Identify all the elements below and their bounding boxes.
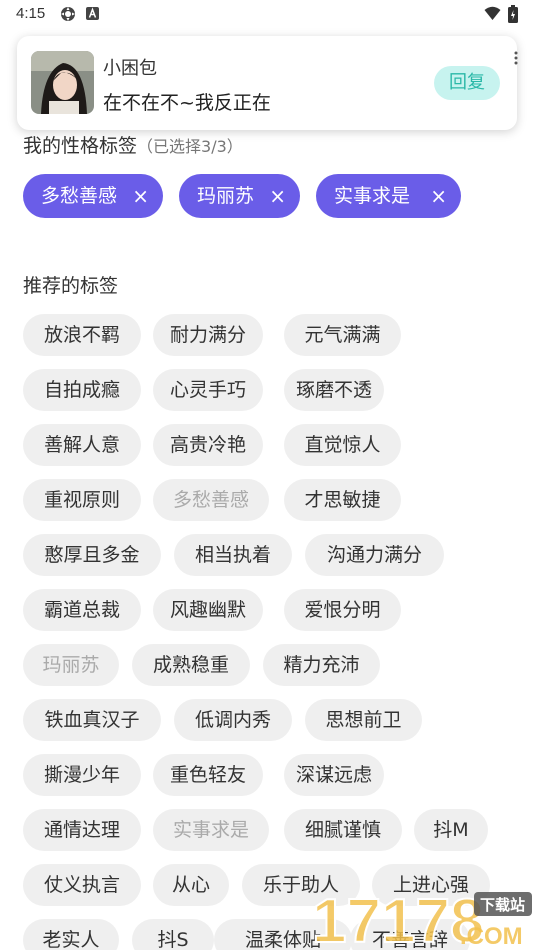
recommended-tag[interactable]: 重视原则 bbox=[23, 479, 141, 521]
selected-tag-label: 多愁善感 bbox=[41, 185, 118, 207]
watermark-domain: .COM bbox=[460, 923, 523, 950]
my-tags-count-hint: （已选择3/3） bbox=[137, 137, 243, 156]
recommended-tag[interactable]: 多愁善感 bbox=[153, 479, 269, 521]
recommended-tag[interactable]: 实事求是 bbox=[153, 809, 269, 851]
recommended-tag[interactable]: 玛丽苏 bbox=[23, 644, 119, 686]
recommended-tag[interactable]: 深谋远虑 bbox=[284, 754, 384, 796]
recommended-tag[interactable]: 元气满满 bbox=[284, 314, 401, 356]
a-badge-icon bbox=[86, 7, 99, 20]
selected-tag-chip[interactable]: 实事求是 × bbox=[316, 174, 461, 218]
my-tags-title-text: 我的性格标签 bbox=[23, 135, 138, 157]
recommended-tag[interactable]: 霸道总裁 bbox=[23, 589, 141, 631]
recommended-tag[interactable]: 仗义执言 bbox=[23, 864, 141, 906]
recommended-tag[interactable]: 相当执着 bbox=[174, 534, 292, 576]
sender-avatar bbox=[31, 51, 94, 114]
site-watermark-logo: 17178 .COM 下载站 bbox=[311, 886, 532, 950]
recommended-tag[interactable]: 铁血真汉子 bbox=[23, 699, 161, 741]
selected-tag-label: 玛丽苏 bbox=[197, 185, 255, 207]
recommended-tag[interactable]: 思想前卫 bbox=[305, 699, 422, 741]
message-preview: 在不在不~我反正在 bbox=[103, 92, 271, 114]
recommended-tag[interactable]: 直觉惊人 bbox=[284, 424, 401, 466]
recommended-tag[interactable]: 自拍成瘾 bbox=[23, 369, 141, 411]
recommended-tag[interactable]: 琢磨不透 bbox=[284, 369, 384, 411]
recommended-tag[interactable]: 心灵手巧 bbox=[153, 369, 263, 411]
settings-gear-icon bbox=[61, 7, 75, 21]
recommended-tag[interactable]: 精力充沛 bbox=[263, 644, 380, 686]
status-time: 4:15 bbox=[16, 5, 46, 22]
recommended-tag[interactable]: 才思敏捷 bbox=[284, 479, 401, 521]
selected-tag-chip[interactable]: 玛丽苏 × bbox=[179, 174, 300, 218]
recommended-tag[interactable]: 高贵冷艳 bbox=[153, 424, 263, 466]
remove-tag-icon[interactable]: × bbox=[430, 174, 447, 218]
recommended-tag[interactable]: 风趣幽默 bbox=[153, 589, 263, 631]
reply-button[interactable]: 回复 bbox=[434, 66, 500, 100]
recommended-tag[interactable]: 抖M bbox=[414, 809, 488, 851]
recommended-tag[interactable]: 从心 bbox=[153, 864, 229, 906]
status-bar: 4:15 bbox=[0, 0, 534, 28]
recommended-tag[interactable]: 老实人 bbox=[23, 919, 119, 950]
remove-tag-icon[interactable]: × bbox=[269, 174, 286, 218]
recommended-tag[interactable]: 憨厚且多金 bbox=[23, 534, 161, 576]
recommended-tags-title: 推荐的标签 bbox=[23, 275, 119, 297]
selected-tag-chip[interactable]: 多愁善感 × bbox=[23, 174, 163, 218]
watermark-badge: 下载站 bbox=[480, 896, 525, 914]
remove-tag-icon[interactable]: × bbox=[132, 174, 149, 218]
my-tags-title: 我的性格标签（已选择3/3） bbox=[23, 131, 243, 158]
recommended-tag[interactable]: 抖S bbox=[132, 919, 214, 950]
more-options-icon[interactable] bbox=[513, 50, 519, 66]
recommended-tag[interactable]: 细腻谨慎 bbox=[284, 809, 402, 851]
recommended-tag[interactable]: 撕漫少年 bbox=[23, 754, 141, 796]
recommended-tag[interactable]: 低调内秀 bbox=[174, 699, 292, 741]
recommended-tag[interactable]: 善解人意 bbox=[23, 424, 141, 466]
recommended-tag[interactable]: 放浪不羁 bbox=[23, 314, 141, 356]
recommended-tag[interactable]: 通情达理 bbox=[23, 809, 141, 851]
recommended-tag[interactable]: 重色轻友 bbox=[153, 754, 263, 796]
recommended-tag[interactable]: 沟通力满分 bbox=[305, 534, 444, 576]
watermark-number: 17178 bbox=[312, 887, 484, 950]
wifi-icon bbox=[484, 6, 501, 20]
selected-tag-label: 实事求是 bbox=[334, 185, 411, 207]
message-notification[interactable]: 小困包 在不在不~我反正在 回复 bbox=[17, 36, 517, 130]
recommended-tag[interactable]: 成熟稳重 bbox=[132, 644, 250, 686]
battery-icon bbox=[508, 5, 518, 23]
recommended-tag[interactable]: 耐力满分 bbox=[153, 314, 263, 356]
recommended-tag[interactable]: 爱恨分明 bbox=[284, 589, 401, 631]
sender-name: 小困包 bbox=[103, 58, 157, 79]
